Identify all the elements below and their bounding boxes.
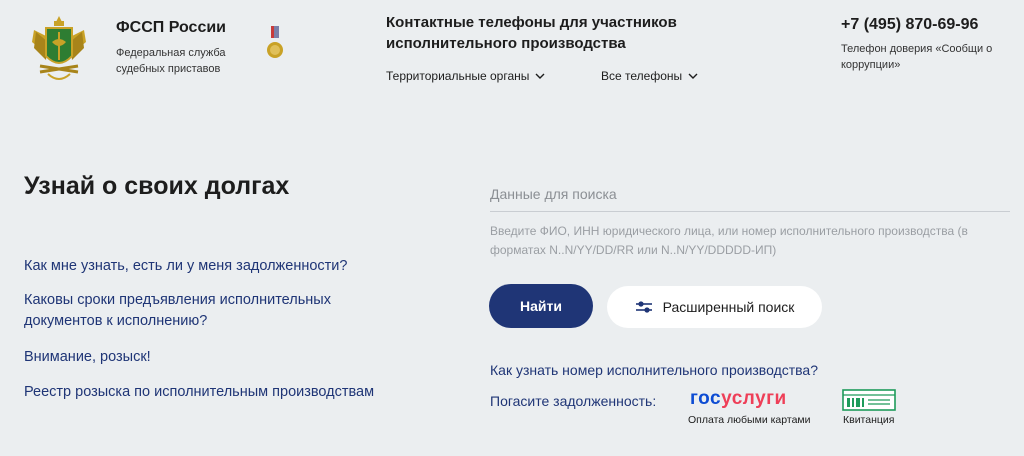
gosuslugi-caption: Оплата любыми картами (688, 414, 811, 426)
chevron-down-icon (535, 73, 545, 79)
filter-sliders-icon (635, 301, 652, 313)
faq-link-wanted[interactable]: Внимание, розыск! (24, 347, 394, 368)
emblem-icon[interactable] (28, 12, 90, 86)
dropdown-all-phones[interactable]: Все телефоны (601, 69, 698, 83)
org-name[interactable]: ФССП России (116, 19, 226, 37)
medal-icon (266, 26, 284, 62)
ip-number-help-link[interactable]: Как узнать номер исполнительного произво… (490, 362, 818, 378)
faq-link-deadlines[interactable]: Каковы сроки предъявления исполнительных… (24, 290, 394, 332)
trust-line[interactable]: Телефон доверия «Сообщи о коррупции» (841, 41, 1001, 73)
faq-link-debts[interactable]: Как мне узнать, есть ли у меня задолженн… (24, 256, 394, 277)
org-subtitle: Федеральная служба судебных приставов (116, 47, 226, 75)
search-hint: Введите ФИО, ИНН юридического лица, или … (490, 224, 968, 257)
chevron-down-icon (688, 73, 698, 79)
gosuslugi-logo-part1: гос (690, 388, 722, 409)
find-button[interactable]: Найти (489, 284, 593, 328)
dropdown-territorial-organs[interactable]: Территориальные органы (386, 69, 545, 83)
phone-number[interactable]: +7 (495) 870-69-96 (841, 16, 978, 34)
dropdown-label: Все телефоны (601, 69, 683, 83)
dropdown-label: Территориальные органы (386, 69, 530, 83)
search-input[interactable] (490, 176, 1010, 212)
advanced-search-button[interactable]: Расширенный поиск (607, 286, 822, 328)
gosuslugi-logo-part2: услуги (721, 388, 787, 409)
advanced-search-label: Расширенный поиск (662, 299, 795, 315)
receipt-icon[interactable] (842, 389, 896, 411)
faq-link-wanted-registry[interactable]: Реестр розыска по исполнительным произво… (24, 382, 394, 403)
contacts-title: Контактные телефоны для участников испол… (386, 14, 677, 52)
gosuslugi-logo[interactable]: госуслуги (690, 388, 787, 410)
pay-label: Погасите задолженность: (490, 393, 657, 409)
page-title: Узнай о своих долгах (24, 172, 290, 200)
receipt-caption: Квитанция (843, 414, 895, 426)
